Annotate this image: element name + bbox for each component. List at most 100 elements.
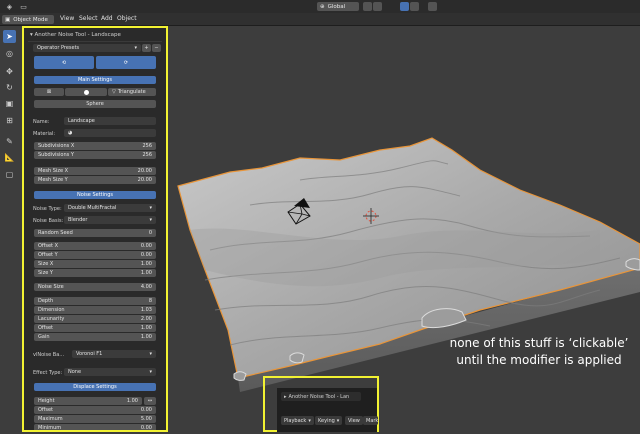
random-seed-value: 0 bbox=[148, 230, 152, 236]
keying-label: Keying bbox=[318, 417, 335, 424]
transform-tool-icon[interactable]: ⊞ bbox=[3, 114, 16, 127]
scale-tool-icon[interactable]: ▣ bbox=[3, 97, 16, 110]
minimum-value: 0.00 bbox=[140, 425, 152, 431]
offset-field[interactable]: Offset 1.00 bbox=[34, 324, 156, 332]
noise-type-dropdown[interactable]: Double MultiFractal ▾ bbox=[64, 204, 156, 212]
dimension-label: Dimension bbox=[38, 307, 65, 313]
offset-x-field[interactable]: Offset X 0.00 bbox=[34, 242, 156, 250]
noise-basis-dropdown[interactable]: Blender ▾ bbox=[64, 216, 156, 224]
cursor-tool-icon[interactable]: ◎ bbox=[3, 47, 16, 60]
select-box-icon[interactable]: ▭ bbox=[18, 2, 29, 12]
menu-add[interactable]: Add bbox=[101, 15, 113, 22]
keying-menu[interactable]: Keying ▾ bbox=[315, 416, 343, 425]
move-tool-icon[interactable]: ✥ bbox=[3, 65, 16, 78]
remove-preset-button[interactable]: − bbox=[152, 44, 161, 52]
proportional-edit-button[interactable] bbox=[410, 2, 419, 11]
dropdown-arrow-icon: ▾ bbox=[308, 417, 311, 424]
noise-type-value: Double MultiFractal bbox=[68, 205, 117, 211]
size-x-label: Size X bbox=[38, 261, 54, 267]
displace-offset-value: 0.00 bbox=[140, 407, 152, 413]
sphere-button[interactable]: Sphere bbox=[34, 100, 156, 108]
noise-size-value: 4.00 bbox=[140, 284, 152, 290]
annotate-tool-icon[interactable]: ✎ bbox=[3, 135, 16, 148]
gain-field[interactable]: Gain 1.00 bbox=[34, 333, 156, 341]
material-field[interactable]: ◕ bbox=[64, 129, 156, 137]
name-field[interactable]: Landscape bbox=[64, 117, 156, 125]
depth-label: Depth bbox=[38, 298, 54, 304]
size-y-field[interactable]: Size Y 1.00 bbox=[34, 269, 156, 277]
refresh-icon-button[interactable]: ⟳ bbox=[96, 56, 156, 69]
snap-target-button[interactable] bbox=[400, 2, 409, 11]
displace-offset-label: Offset bbox=[38, 407, 54, 413]
lacunarity-value: 2.00 bbox=[140, 316, 152, 322]
add-preset-button[interactable]: + bbox=[142, 44, 151, 52]
view-menu[interactable]: View bbox=[345, 416, 363, 425]
height-field[interactable]: Height 1.00 bbox=[34, 397, 142, 405]
noise-settings-button[interactable]: Noise Settings bbox=[34, 191, 156, 199]
offset-y-field[interactable]: Offset Y 0.00 bbox=[34, 251, 156, 259]
orientation-icon: ⊕ bbox=[320, 3, 325, 10]
mesh-size-y-value: 20.00 bbox=[137, 177, 152, 183]
terrain-fragment bbox=[289, 352, 305, 364]
editor-type-icon[interactable]: ◈ bbox=[4, 2, 15, 12]
menu-view[interactable]: View bbox=[60, 15, 74, 22]
mode-dropdown[interactable]: ▣ Object Mode bbox=[2, 15, 54, 24]
transform-orientation-dropdown[interactable]: ⊕ Global bbox=[317, 2, 359, 11]
triangulate-toggle[interactable]: ▽ Triangulate bbox=[108, 88, 156, 96]
operator-presets-dropdown[interactable]: Operator Presets ▾ bbox=[33, 44, 141, 52]
triangle-icon: ▽ bbox=[112, 89, 116, 95]
effect-type-dropdown[interactable]: None ▾ bbox=[64, 368, 156, 376]
grid-toggle-icon[interactable]: ⊠ bbox=[34, 88, 64, 96]
dropdown-arrow-icon: ▾ bbox=[134, 45, 137, 51]
subdivisions-x-field[interactable]: Subdivisions X 256 bbox=[34, 142, 156, 150]
undo-icon-button[interactable]: ⟲ bbox=[34, 56, 94, 69]
dropdown-arrow-icon: ▾ bbox=[149, 217, 152, 223]
measure-tool-icon[interactable]: 📐 bbox=[3, 151, 16, 164]
add-cube-tool-icon[interactable]: ▢ bbox=[3, 168, 16, 181]
dimension-field[interactable]: Dimension 1.03 bbox=[34, 306, 156, 314]
offset-label: Offset bbox=[38, 325, 54, 331]
marker-menu[interactable]: Mark bbox=[363, 416, 379, 425]
depth-field[interactable]: Depth 8 bbox=[34, 297, 156, 305]
vlnoise-dropdown[interactable]: Voronoi F1 ▾ bbox=[72, 350, 156, 358]
collapsed-operator-panel[interactable]: ▸ Another Noise Tool - Lan bbox=[281, 392, 361, 401]
displace-settings-button[interactable]: Displace Settings bbox=[34, 383, 156, 391]
height-swap-icon[interactable]: ↔ bbox=[144, 397, 156, 405]
minimum-label: Minimum bbox=[38, 425, 62, 431]
dropdown-arrow-icon: ▾ bbox=[336, 417, 340, 424]
name-label: Name: bbox=[33, 119, 50, 125]
subdivisions-y-field[interactable]: Subdivisions Y 256 bbox=[34, 151, 156, 159]
playback-menu[interactable]: Playback ▾ bbox=[281, 416, 314, 425]
proportional-falloff-button[interactable] bbox=[428, 2, 437, 11]
dropdown-arrow-icon: ▾ bbox=[149, 369, 152, 375]
pivot-point-button[interactable] bbox=[363, 2, 372, 11]
snap-button[interactable] bbox=[373, 2, 382, 11]
playback-label: Playback bbox=[284, 417, 307, 424]
size-x-field[interactable]: Size X 1.00 bbox=[34, 260, 156, 268]
rotate-tool-icon[interactable]: ↻ bbox=[3, 81, 16, 94]
menu-object[interactable]: Object bbox=[117, 15, 137, 22]
lacunarity-field[interactable]: Lacunarity 2.00 bbox=[34, 315, 156, 323]
menu-select[interactable]: Select bbox=[79, 15, 98, 22]
select-tool-icon[interactable]: ➤ bbox=[3, 30, 16, 43]
smooth-toggle[interactable] bbox=[65, 88, 107, 96]
noise-type-label: Noise Type: bbox=[33, 206, 62, 212]
dropdown-arrow-icon: ▾ bbox=[149, 205, 152, 211]
vlnoise-label: vlNoise Ba... bbox=[33, 352, 65, 358]
mesh-size-x-field[interactable]: Mesh Size X 20.00 bbox=[34, 167, 156, 175]
viewport-header: ◈ ▭ ⊕ Global ▣ Object Mode View Select A… bbox=[0, 0, 640, 26]
offset-x-label: Offset X bbox=[38, 243, 59, 249]
mesh-size-y-label: Mesh Size Y bbox=[38, 177, 68, 183]
offset-x-value: 0.00 bbox=[140, 243, 152, 249]
noise-size-field[interactable]: Noise Size 4.00 bbox=[34, 283, 156, 291]
effect-type-label: Effect Type: bbox=[33, 370, 63, 376]
random-seed-field[interactable]: Random Seed 0 bbox=[34, 229, 156, 237]
maximum-label: Maximum bbox=[38, 416, 63, 422]
dropdown-arrow-icon: ▾ bbox=[149, 351, 152, 357]
mesh-size-y-field[interactable]: Mesh Size Y 20.00 bbox=[34, 176, 156, 184]
displace-offset-field[interactable]: Offset 0.00 bbox=[34, 406, 156, 414]
maximum-field[interactable]: Maximum 5.00 bbox=[34, 415, 156, 423]
gain-value: 1.00 bbox=[140, 334, 152, 340]
minimum-field[interactable]: Minimum 0.00 bbox=[34, 424, 156, 431]
main-settings-button[interactable]: Main Settings bbox=[34, 76, 156, 84]
